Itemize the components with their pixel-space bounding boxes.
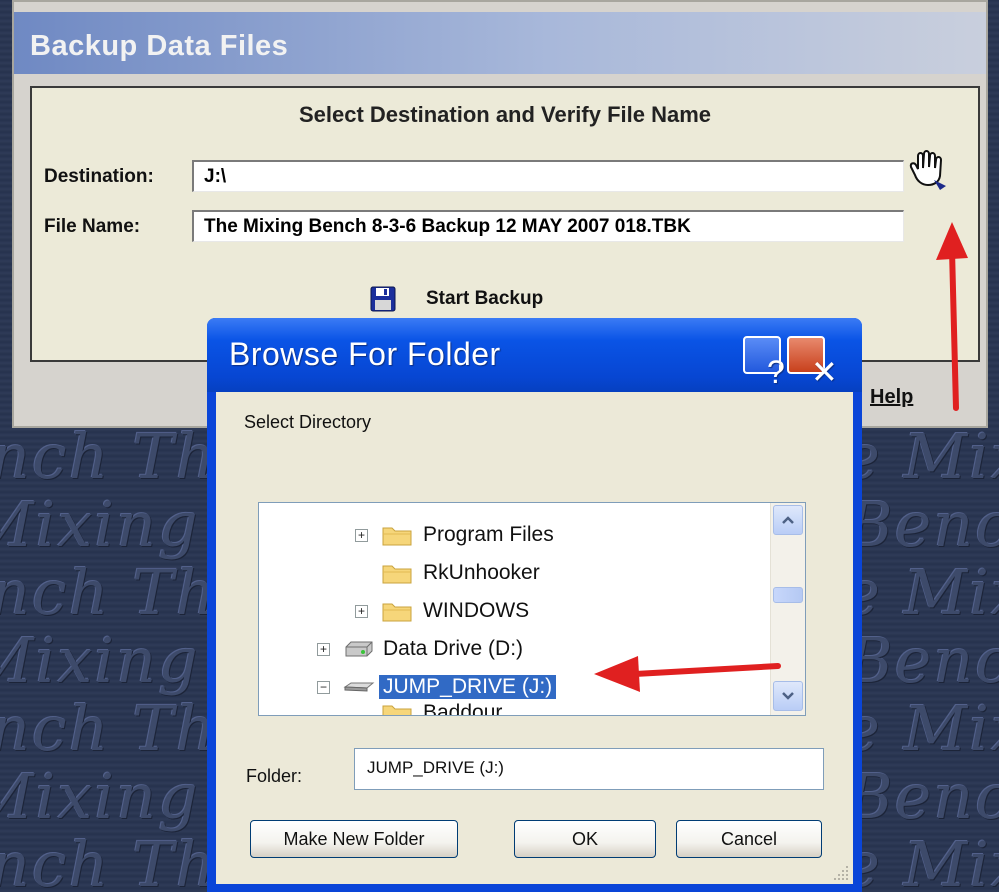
tree-item-label: JUMP_DRIVE (J:) xyxy=(379,675,557,699)
browse-dialog-title: Browse For Folder xyxy=(229,336,501,372)
pointing-hand-icon[interactable] xyxy=(908,148,948,192)
panel-heading: Select Destination and Verify File Name xyxy=(298,102,712,127)
expand-icon[interactable]: + xyxy=(355,529,368,542)
floppy-disk-icon xyxy=(370,286,396,312)
cancel-button[interactable]: Cancel xyxy=(676,820,822,858)
browse-for-folder-dialog: Browse For Folder ? ✕ Select Directory +… xyxy=(207,318,862,892)
scroll-up-button[interactable] xyxy=(773,505,803,535)
make-new-folder-button[interactable]: Make New Folder xyxy=(250,820,458,858)
tree-item-label: Data Drive (D:) xyxy=(383,637,524,660)
title-close-button[interactable]: ✕ xyxy=(787,336,838,388)
folder-field[interactable]: JUMP_DRIVE (J:) xyxy=(354,748,824,790)
question-mark-icon: ? xyxy=(767,354,786,390)
tree-item-rkunhooker[interactable]: RkUnhooker xyxy=(259,559,759,589)
hard-drive-icon xyxy=(345,641,373,657)
tree-item-label: RkUnhooker xyxy=(423,561,540,584)
tree-item-label: Baddour xyxy=(423,701,503,716)
collapse-icon[interactable]: − xyxy=(317,681,330,694)
backup-window-titlebar: Backup Data Files xyxy=(14,12,986,74)
expand-icon[interactable]: + xyxy=(355,605,368,618)
folder-icon xyxy=(382,603,412,622)
tree-item-baddour[interactable]: Baddour xyxy=(259,699,759,716)
destination-field[interactable]: J:\ xyxy=(192,160,904,192)
file-name-field[interactable]: The Mixing Bench 8-3-6 Backup 12 MAY 200… xyxy=(192,210,904,242)
expand-icon[interactable]: + xyxy=(317,643,330,656)
start-backup-label: Start Backup xyxy=(426,288,544,309)
destination-label: Destination: xyxy=(44,166,154,187)
folder-icon xyxy=(382,705,412,715)
tree-item-windows[interactable]: + WINDOWS xyxy=(259,597,759,627)
scroll-thumb[interactable] xyxy=(773,587,803,603)
ok-button[interactable]: OK xyxy=(514,820,656,858)
tree-item-label: WINDOWS xyxy=(423,599,530,622)
tree-item-label: Program Files xyxy=(423,523,554,546)
tree-item-program-files[interactable]: + Program Files xyxy=(259,521,759,551)
folder-icon xyxy=(382,565,412,584)
file-name-label: File Name: xyxy=(44,216,141,237)
browse-dialog-body: Select Directory + Program Files RkUnhoo… xyxy=(216,392,853,884)
backup-window-title: Backup Data Files xyxy=(30,30,289,62)
browse-dialog-titlebar: Browse For Folder ? ✕ xyxy=(207,318,862,392)
removable-drive-icon xyxy=(343,682,375,692)
title-help-button[interactable]: ? xyxy=(743,336,785,388)
annotation-arrow-left xyxy=(594,656,781,692)
folder-icon xyxy=(382,527,412,546)
folder-label: Folder: xyxy=(246,766,303,786)
annotation-arrow-up xyxy=(936,222,968,411)
help-button[interactable]: Help xyxy=(870,386,913,409)
select-directory-label: Select Directory xyxy=(244,412,372,432)
help-label: Help xyxy=(870,386,914,408)
close-icon: ✕ xyxy=(811,354,839,390)
resize-grip-icon[interactable] xyxy=(832,864,850,882)
chevron-up-icon xyxy=(782,516,794,524)
